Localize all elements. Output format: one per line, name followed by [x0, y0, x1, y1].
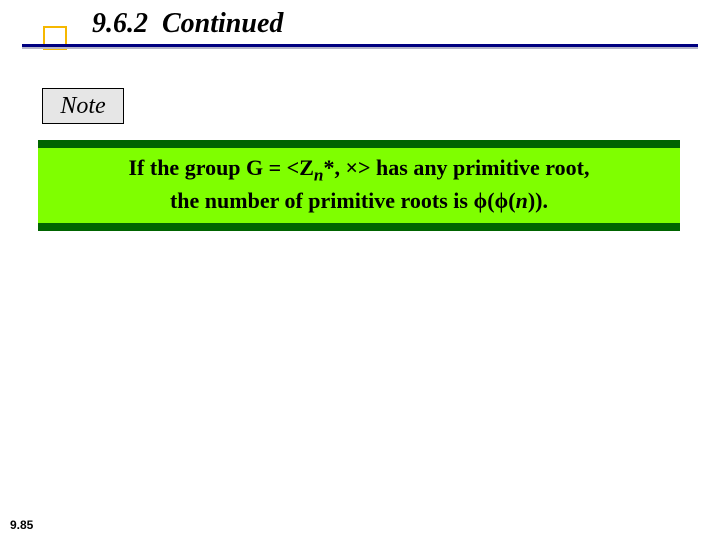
callout-line1-post: *, ×> has any primitive root, — [323, 155, 589, 180]
callout-close: )). — [528, 188, 548, 213]
callout-phi1: ϕ — [473, 188, 487, 213]
callout-phi2: ϕ — [495, 188, 509, 213]
section-number-text: 9.6.2 — [92, 8, 148, 39]
section-title: 9.6.2 Continued — [92, 8, 283, 40]
page-number-text: 9.85 — [10, 518, 33, 532]
section-title-text: Continued — [162, 8, 283, 39]
callout-bar-bottom — [38, 223, 680, 231]
callout-line1-pre: If the group G = <Z — [128, 155, 313, 180]
callout-body: If the group G = <Z n *, ×> has any primit… — [38, 148, 680, 223]
callout-line2-pre: the number of primitive roots is — [170, 188, 474, 213]
callout-n: n — [516, 188, 528, 213]
callout-paren1: ( — [487, 188, 494, 213]
callout-bar-top — [38, 140, 680, 148]
header-rule-light — [22, 47, 698, 49]
note-label: Note — [60, 93, 105, 120]
callout-paren2: ( — [508, 188, 515, 213]
callout-block: If the group G = <Z n *, ×> has any primit… — [38, 140, 680, 231]
page-number: 9.85 — [10, 518, 33, 532]
note-box: Note — [42, 88, 124, 124]
